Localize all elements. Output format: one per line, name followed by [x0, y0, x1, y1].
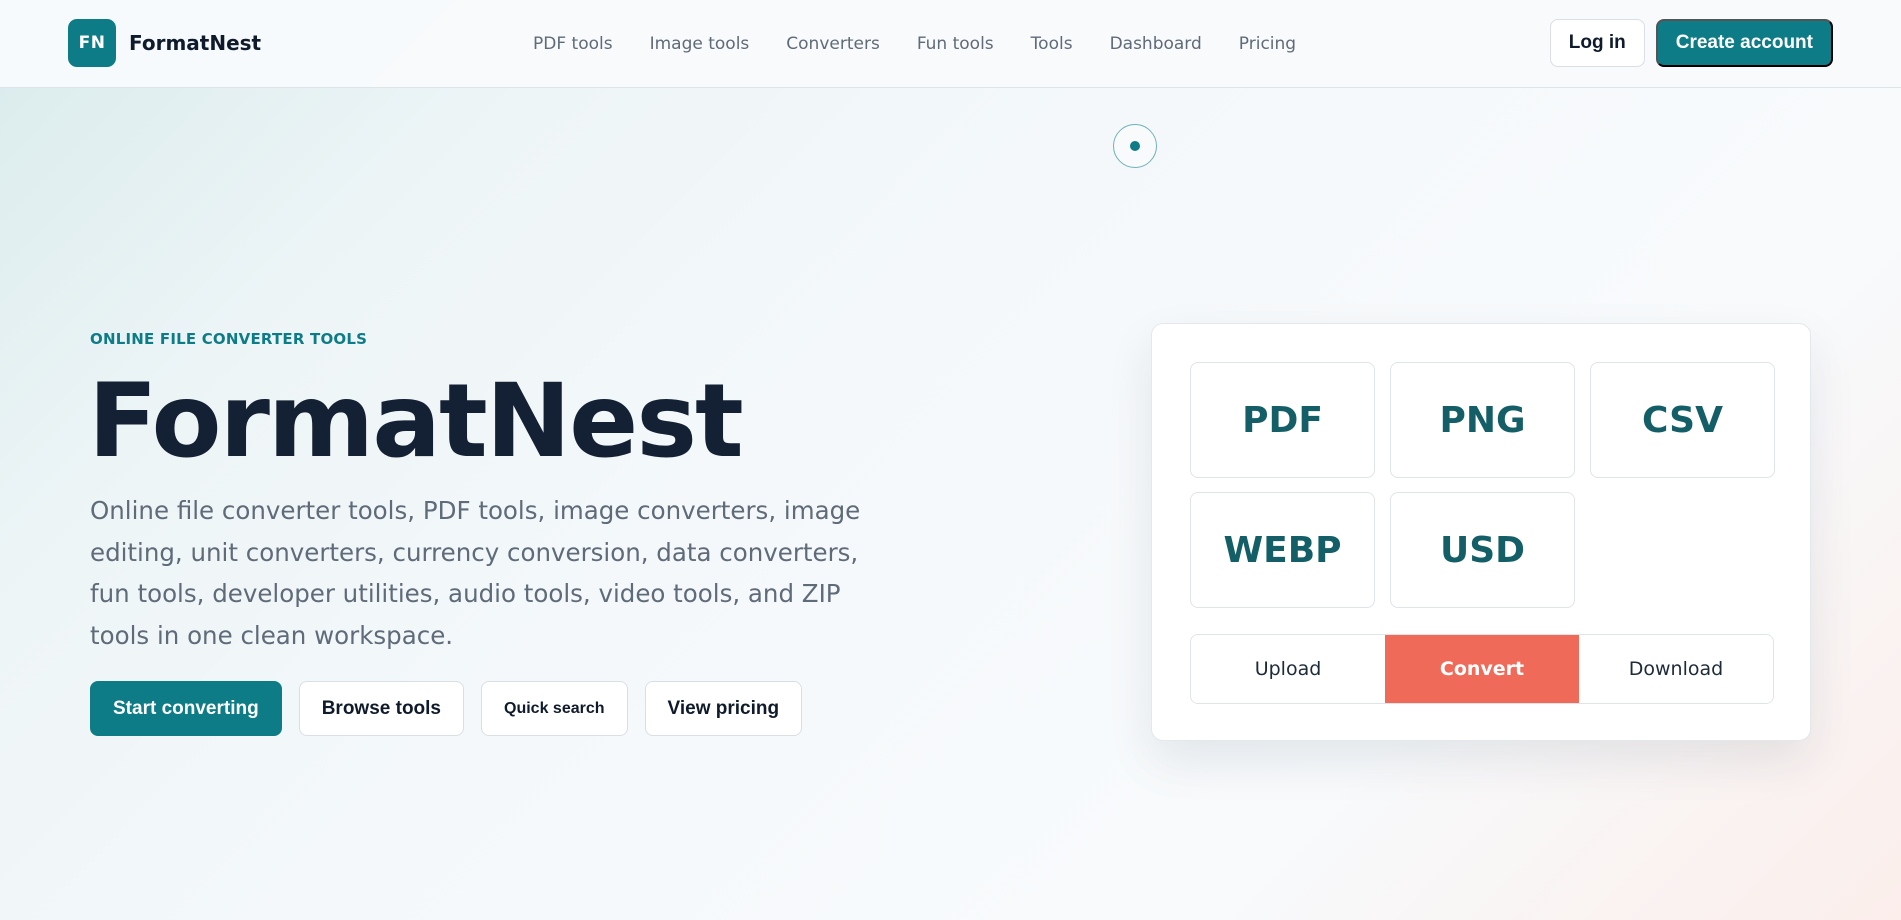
login-button[interactable]: Log in	[1549, 19, 1645, 67]
nav-image-tools[interactable]: Image tools	[650, 34, 750, 54]
view-pricing-button[interactable]: View pricing	[644, 681, 803, 736]
site-header: FN FormatNest PDF tools Image tools Conv…	[0, 0, 1901, 88]
create-account-button[interactable]: Create account	[1655, 19, 1833, 67]
hero-buttons: Start converting Browse tools Quick sear…	[90, 681, 803, 736]
hero-description: Online file converter tools, PDF tools, …	[90, 496, 861, 650]
step-convert[interactable]: Convert	[1385, 635, 1579, 703]
nav-tools[interactable]: Tools	[1031, 34, 1073, 54]
header-actions: Log in Create account	[1549, 19, 1833, 67]
brand-name: FormatNest	[129, 31, 262, 55]
nav-pdf-tools[interactable]: PDF tools	[533, 34, 613, 54]
format-tile-usd[interactable]: USD	[1390, 492, 1575, 608]
nav-converters[interactable]: Converters	[786, 34, 880, 54]
nav-pricing[interactable]: Pricing	[1239, 34, 1296, 54]
step-upload[interactable]: Upload	[1191, 635, 1385, 703]
nav-dashboard[interactable]: Dashboard	[1110, 34, 1202, 54]
nav-fun-tools[interactable]: Fun tools	[917, 34, 994, 54]
browse-tools-button[interactable]: Browse tools	[298, 681, 465, 736]
conversion-steps: Upload Convert Download	[1190, 634, 1774, 704]
brand-mark-icon: FN	[68, 19, 116, 67]
loading-ring-icon	[1113, 124, 1157, 168]
converter-preview-card: PDF PNG CSV WEBP USD Upload Convert Down…	[1151, 323, 1811, 741]
brand-logo-link[interactable]: FN FormatNest	[68, 19, 261, 67]
quick-search-button[interactable]: Quick search	[481, 681, 628, 736]
format-grid: PDF PNG CSV WEBP USD	[1190, 362, 1775, 608]
format-tile-pdf[interactable]: PDF	[1190, 362, 1375, 478]
start-converting-button[interactable]: Start converting	[90, 681, 282, 736]
format-tile-png[interactable]: PNG	[1390, 362, 1575, 478]
hero-title: FormatNest	[88, 362, 744, 481]
format-tile-csv[interactable]: CSV	[1590, 362, 1775, 478]
step-download[interactable]: Download	[1579, 635, 1773, 703]
hero-eyebrow: ONLINE FILE CONVERTER TOOLS	[90, 330, 368, 348]
loading-dot	[1130, 141, 1140, 151]
main-nav: PDF tools Image tools Converters Fun too…	[533, 0, 1296, 88]
format-tile-webp[interactable]: WEBP	[1190, 492, 1375, 608]
